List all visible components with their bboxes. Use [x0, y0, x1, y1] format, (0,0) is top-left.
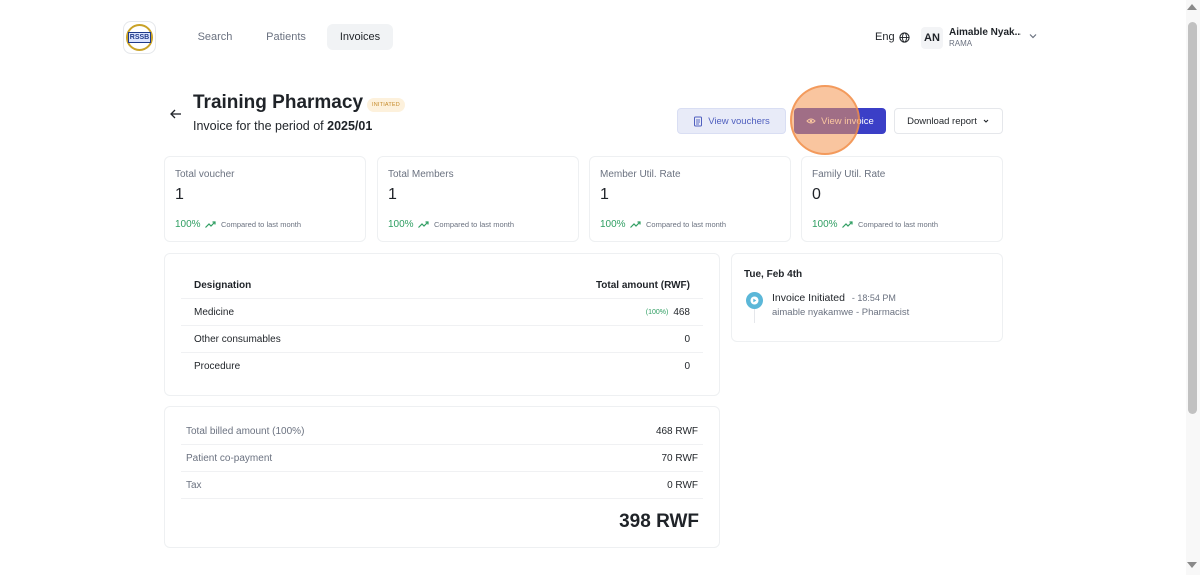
stat-card-family-util-rate: Family Util. Rate 0 100% Compared to las…	[801, 156, 1003, 242]
view-vouchers-label: View vouchers	[708, 115, 770, 127]
view-invoice-label: View invoice	[821, 115, 874, 127]
logo-text: RSSB	[127, 32, 152, 43]
row-amount: 0	[684, 333, 690, 345]
grand-total: 398 RWF	[619, 511, 699, 532]
stat-card-member-util-rate: Member Util. Rate 1 100% Compared to las…	[589, 156, 791, 242]
stat-label: Total Members	[388, 169, 454, 180]
play-icon	[750, 296, 759, 305]
summary-value: 70 RWF	[661, 452, 699, 464]
trend-up-icon	[205, 221, 216, 228]
trend-up-icon	[418, 221, 429, 228]
stat-card-total-members: Total Members 1 100% Compared to last mo…	[377, 156, 579, 242]
user-name[interactable]: Aimable Nyak...	[949, 27, 1021, 38]
tab-invoices[interactable]: Invoices	[327, 24, 393, 50]
row-pct: (100%)	[645, 308, 669, 316]
stat-card-total-voucher: Total voucher 1 100% Compared to last mo…	[164, 156, 366, 242]
summary-value: 0 RWF	[667, 479, 698, 491]
timeline-dot	[746, 292, 763, 309]
stat-compare: Compared to last month	[434, 220, 515, 229]
row-amount: 468	[673, 306, 690, 318]
stat-label: Total voucher	[175, 169, 235, 180]
page-title: Training Pharmacy	[193, 92, 364, 113]
scroll-down-icon[interactable]	[1187, 562, 1197, 568]
logo-emblem: RSSB	[126, 24, 153, 51]
status-badge: INITIATED	[367, 98, 405, 112]
row-amount-group: (100%) 468	[646, 307, 690, 318]
download-report-button[interactable]: Download report	[894, 108, 1003, 134]
table-row: Procedure 0	[181, 353, 703, 380]
timeline-event-title: Invoice Initiated - 18:54 PM	[772, 292, 896, 304]
scrollbar-thumb[interactable]	[1188, 22, 1197, 414]
stat-compare: Compared to last month	[221, 220, 302, 229]
period-prefix: Invoice for the period of	[193, 119, 324, 133]
scroll-up-icon[interactable]	[1187, 4, 1197, 10]
stat-compare: Compared to last month	[858, 220, 939, 229]
row-name: Other consumables	[194, 333, 281, 345]
tab-patients[interactable]: Patients	[256, 24, 316, 50]
stat-change: 100%	[388, 219, 414, 230]
stat-compare: Compared to last month	[646, 220, 727, 229]
invoice-period: Invoice for the period of 2025/01	[193, 119, 372, 133]
designation-table: Designation Total amount (RWF) Medicine …	[164, 253, 720, 396]
download-report-label: Download report	[907, 115, 977, 127]
tab-search[interactable]: Search	[190, 24, 240, 50]
summary-label: Tax	[186, 479, 202, 491]
row-amount-group: 0	[684, 361, 690, 372]
language-selector[interactable]: Eng	[875, 31, 910, 43]
header-amount: Total amount (RWF)	[595, 279, 690, 291]
timeline-connector	[754, 309, 755, 323]
stat-value: 1	[600, 186, 609, 203]
row-amount: 0	[684, 361, 690, 372]
stat-label: Member Util. Rate	[600, 169, 681, 180]
trend-up-icon	[842, 221, 853, 228]
event-actor: aimable nyakamwe - Pharmacist	[772, 307, 910, 318]
row-name: Procedure	[194, 361, 241, 372]
timeline-date: Tue, Feb 4th	[744, 269, 803, 280]
summary-label: Total billed amount (100%)	[186, 425, 305, 437]
row-name: Medicine	[194, 306, 235, 318]
stat-change: 100%	[600, 219, 626, 230]
view-vouchers-button[interactable]: View vouchers	[677, 108, 786, 134]
chevron-down-icon	[983, 119, 989, 123]
summary-row: Total billed amount (100%) 468 RWF	[181, 418, 703, 445]
stat-value: 1	[388, 186, 397, 203]
summary-row: Tax 0 RWF	[181, 472, 703, 499]
table-row: Other consumables 0	[181, 326, 703, 353]
user-organization: RAMA	[949, 39, 973, 48]
stat-label: Family Util. Rate	[812, 169, 886, 180]
chevron-down-icon[interactable]	[1028, 31, 1038, 41]
eye-icon	[806, 118, 816, 124]
totals-panel: Total billed amount (100%) 468 RWF Patie…	[164, 406, 720, 548]
rssb-logo[interactable]: RSSB	[123, 21, 156, 54]
table-row: Medicine (100%) 468	[181, 299, 703, 326]
stat-value: 0	[812, 186, 821, 203]
header-designation: Designation	[194, 279, 252, 291]
user-avatar[interactable]: AN	[921, 27, 943, 49]
stat-change: 100%	[175, 219, 201, 230]
event-title: Invoice Initiated	[772, 292, 845, 304]
stat-change: 100%	[812, 219, 838, 230]
trend-up-icon	[630, 221, 641, 228]
back-arrow-icon[interactable]	[169, 107, 183, 121]
period-value: 2025/01	[327, 119, 373, 133]
row-amount-group: 0	[684, 334, 690, 345]
summary-value: 468 RWF	[655, 425, 698, 437]
timeline-panel: Tue, Feb 4th Invoice Initiated - 18:54 P…	[731, 253, 1003, 342]
stat-value: 1	[175, 186, 184, 203]
language-label: Eng	[875, 31, 895, 43]
table-header: Designation Total amount (RWF)	[181, 272, 703, 299]
event-time: - 18:54 PM	[851, 293, 896, 303]
view-invoice-button[interactable]: View invoice	[794, 108, 886, 134]
globe-icon	[898, 31, 910, 43]
document-icon	[694, 116, 703, 126]
summary-row: Patient co-payment 70 RWF	[181, 445, 703, 472]
summary-label: Patient co-payment	[186, 452, 273, 464]
